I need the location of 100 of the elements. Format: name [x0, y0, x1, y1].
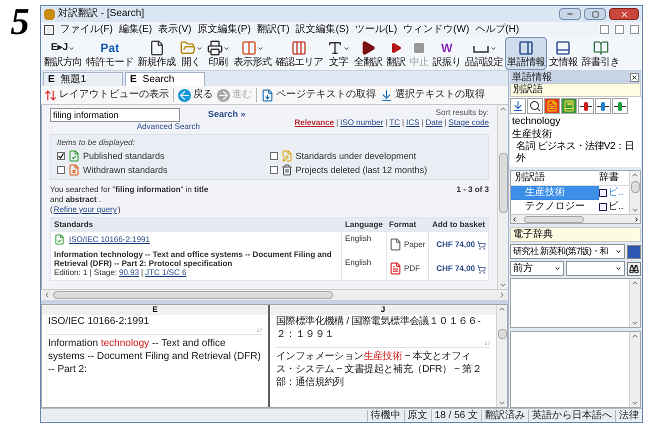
sort-option-link[interactable]: TC: [389, 118, 400, 128]
toolbar-button[interactable]: 表示形式: [232, 37, 274, 70]
sort-option-link[interactable]: ISO number: [340, 118, 384, 128]
document-tab[interactable]: E 無題1: [43, 72, 123, 86]
toolbar-button[interactable]: E▸J 翻訳方向: [42, 37, 84, 70]
scroll-down-icon[interactable]: [631, 319, 639, 327]
dictionary-app-icon[interactable]: [627, 244, 641, 258]
toolbar-button[interactable]: 単語情報: [505, 37, 547, 70]
scroll-thumb[interactable]: [498, 153, 508, 213]
toolbar-button[interactable]: 翻訳: [384, 37, 408, 70]
close-icon[interactable]: [630, 72, 639, 82]
list-row[interactable]: テクノロジー ビ..: [511, 200, 629, 214]
menu-item[interactable]: 表示(V): [158, 24, 192, 36]
menu-item[interactable]: 翻訳(T): [256, 24, 290, 36]
price-link[interactable]: CHF 74,00: [436, 240, 475, 250]
scroll-left-icon[interactable]: [511, 216, 518, 222]
slider-icon[interactable]: [578, 98, 594, 114]
sentence-text[interactable]: 国際標準化機構 / 国際電気標準会議１０１６６-２：１９９１: [276, 315, 490, 341]
mdi-restore-icon[interactable]: [615, 25, 624, 34]
scroll-down-icon[interactable]: [499, 281, 507, 289]
checkbox[interactable]: [270, 166, 278, 174]
toolbar-button[interactable]: 印刷: [204, 37, 232, 70]
slider-icon[interactable]: [595, 98, 611, 114]
vertical-scrollbar[interactable]: [629, 279, 640, 327]
scroll-down-icon[interactable]: [631, 399, 639, 407]
scroll-right-icon[interactable]: [633, 216, 640, 222]
standard-link[interactable]: ISO/IEC 10166-2:1991: [69, 234, 150, 244]
document-tab[interactable]: E Search: [125, 72, 205, 86]
scroll-up-icon[interactable]: [498, 305, 506, 313]
sort-option-link[interactable]: Stage code: [448, 118, 489, 128]
scroll-up-icon[interactable]: [631, 279, 639, 287]
cart-icon[interactable]: [477, 240, 486, 250]
sort-option-link[interactable]: Date: [426, 118, 442, 128]
sentence-text[interactable]: Information technology -- Text and office systems -- Document Filing and Retrieval (DFR) -- Part 2:: [48, 337, 262, 376]
binoculars-icon[interactable]: [627, 262, 641, 276]
sort-option-link[interactable]: Relevance: [294, 118, 334, 128]
search-link[interactable]: Search »: [208, 108, 246, 122]
menu-item[interactable]: 編集(E): [118, 24, 152, 36]
edition-link[interactable]: 90.93: [119, 268, 140, 278]
filter-checkbox[interactable]: Standards under development: [270, 150, 482, 162]
browser-toolbar-button[interactable]: ページテキストの取得: [261, 88, 376, 102]
scroll-thumb[interactable]: [630, 181, 640, 193]
menu-item[interactable]: ヘルプ(H): [475, 24, 520, 36]
toolbar-button[interactable]: 文情報: [547, 37, 580, 70]
menu-item[interactable]: ウィンドウ(W): [403, 24, 470, 36]
toolbar-button[interactable]: 品詞設定: [463, 37, 505, 70]
vertical-scrollbar[interactable]: [629, 332, 640, 407]
dictionary-dropdown[interactable]: 研究社 新英和(第7版)・和: [510, 244, 625, 259]
search-field[interactable]: filing information: [50, 108, 180, 122]
toolbar-button[interactable]: 全翻訳: [352, 37, 384, 70]
close-button[interactable]: [609, 8, 639, 20]
maximize-button[interactable]: [584, 8, 606, 20]
search-icon[interactable]: [527, 98, 543, 114]
toolbar-button[interactable]: Pat 特許モード: [84, 37, 136, 70]
price-link[interactable]: CHF 74,00: [436, 264, 475, 274]
toolbar-button[interactable]: W 訳振り: [430, 37, 463, 70]
scroll-down-icon[interactable]: [498, 399, 506, 407]
book-icon: [592, 40, 608, 56]
checkbox[interactable]: [57, 152, 65, 160]
filter-checkbox[interactable]: Published standards: [57, 150, 270, 162]
scroll-thumb[interactable]: [524, 216, 584, 222]
menu-item[interactable]: 原文編集(P): [197, 24, 251, 36]
menu-item[interactable]: ツール(L): [354, 24, 398, 36]
vertical-scrollbar[interactable]: [496, 305, 507, 407]
sentence-text[interactable]: インフォメーション生産技術 − 本文とオフィス・システム − 文書提起と補充（DFR） − 第２部：通信規約列: [276, 350, 490, 389]
vertical-scrollbar[interactable]: [629, 171, 640, 214]
vertical-scrollbar[interactable]: [497, 105, 508, 289]
checkbox[interactable]: [270, 152, 278, 160]
advanced-search-link[interactable]: Advanced Search: [136, 122, 200, 132]
toolbar-button[interactable]: 辞書引き: [580, 37, 622, 70]
scroll-down-icon[interactable]: [631, 206, 639, 214]
mdi-minimize-icon[interactable]: [600, 25, 609, 34]
browser-toolbar-button[interactable]: 選択テキストの取得: [380, 88, 485, 102]
toolbar-button[interactable]: 確認エリア: [274, 37, 325, 70]
scroll-up-icon[interactable]: [631, 171, 639, 179]
mdi-close-icon[interactable]: [630, 25, 639, 34]
filter-checkbox[interactable]: Projects deleted (last 12 months): [270, 164, 482, 176]
menu-item[interactable]: 訳文編集(S): [296, 24, 349, 36]
slider-icon[interactable]: [612, 98, 628, 114]
match-mode-dropdown[interactable]: 前方: [510, 261, 564, 276]
scroll-thumb[interactable]: [53, 291, 333, 299]
toolbar-button[interactable]: 開く: [178, 37, 204, 70]
browser-toolbar-button[interactable]: レイアウトビューの表示: [44, 88, 169, 102]
horizontal-scrollbar[interactable]: [511, 214, 640, 223]
toolbar-button[interactable]: 文字: [325, 37, 352, 70]
edition-link[interactable]: JTC 1/SC 6: [145, 268, 186, 278]
filter-checkbox[interactable]: Withdrawn standards: [57, 164, 270, 176]
menu-item[interactable]: ファイル(F): [60, 24, 113, 36]
horizontal-scrollbar[interactable]: [41, 289, 508, 300]
scroll-up-icon[interactable]: [499, 105, 507, 113]
sort-option-link[interactable]: ICS: [406, 118, 420, 128]
insert-icon[interactable]: [510, 98, 526, 114]
sentence-text[interactable]: ISO/IEC 10166-2:1991: [48, 315, 262, 328]
cart-icon[interactable]: [477, 264, 486, 274]
browser-toolbar-button[interactable]: 戻る: [178, 88, 213, 102]
scroll-up-icon[interactable]: [631, 332, 639, 340]
toolbar-button[interactable]: 新規作成: [136, 37, 178, 70]
checkbox[interactable]: [57, 166, 65, 174]
scroll-thumb[interactable]: [498, 329, 506, 339]
refine-query-link[interactable]: Refine your query: [54, 205, 117, 215]
